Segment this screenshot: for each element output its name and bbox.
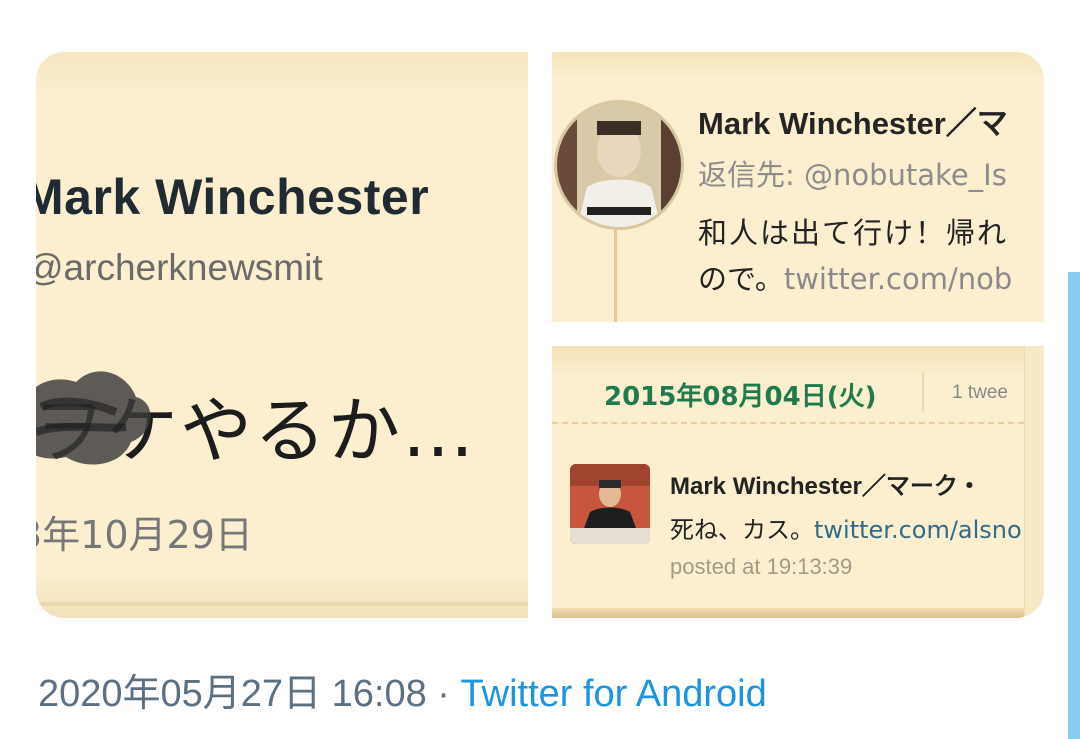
meta-separator: · bbox=[426, 673, 461, 715]
panel-sidebar bbox=[1024, 346, 1044, 618]
screenshot-tweet-text: 和人は出て行け！帰れ bbox=[698, 216, 1009, 250]
body-prefix: 死ね、カス。 bbox=[670, 516, 814, 544]
body-prefix: ので。 bbox=[698, 262, 784, 296]
body-link: twitter.com/nob bbox=[783, 262, 1013, 296]
screenshot-tweet-date: 3年10月29日 bbox=[36, 513, 253, 557]
screenshot-tweet-text-line2: ので。twitter.com/nob bbox=[698, 256, 1012, 298]
tweet-count: 1 twee bbox=[952, 382, 1008, 403]
archive-date: 2015年08月04日(火) bbox=[604, 382, 877, 412]
thread-line bbox=[614, 228, 617, 322]
source-client-link[interactable]: Twitter for Android bbox=[461, 673, 767, 715]
posted-time: posted at 19:13:39 bbox=[670, 554, 853, 579]
reply-to-line: 返信先: @nobutake_Is bbox=[698, 152, 1007, 194]
tweet-media-grid: Mark Winchester @archerknewsmit ヲケやるか… 3… bbox=[36, 52, 1044, 618]
avatar bbox=[554, 100, 684, 230]
screenshot-user-handle: @archerknewsmit bbox=[36, 247, 323, 288]
media-image-left[interactable]: Mark Winchester @archerknewsmit ヲケやるか… 3… bbox=[36, 52, 528, 618]
reply-prefix: 返信先: bbox=[698, 158, 795, 192]
scrollbar[interactable] bbox=[1068, 272, 1080, 739]
panel-bottom-bar bbox=[552, 608, 1024, 618]
screenshot-user-name: Mark Winchester／マーク・ bbox=[670, 473, 982, 500]
screenshot-tweet-text: 死ね、カス。twitter.com/alsno bbox=[670, 510, 1022, 545]
reply-handle: @nobutake_Is bbox=[804, 158, 1007, 192]
redaction-scribble-icon bbox=[36, 371, 151, 465]
screenshot-user-name: Mark Winchester／マ bbox=[698, 106, 1008, 141]
avatar bbox=[570, 464, 650, 544]
media-image-bottom-right[interactable]: 2015年08月04日(火) 1 twee Mark Winchester／マー… bbox=[552, 346, 1044, 618]
tweet-meta: 2020年05月27日 16:08 · Twitter for Android bbox=[38, 662, 767, 717]
media-image-top-right[interactable]: Mark Winchester／マ 返信先: @nobutake_Is 和人は出… bbox=[552, 52, 1044, 322]
screenshot-user-name: Mark Winchester bbox=[36, 169, 430, 225]
body-link: twitter.com/alsno bbox=[814, 516, 1022, 544]
tweet-timestamp[interactable]: 2020年05月27日 16:08 bbox=[38, 673, 427, 715]
header-divider bbox=[922, 372, 924, 412]
